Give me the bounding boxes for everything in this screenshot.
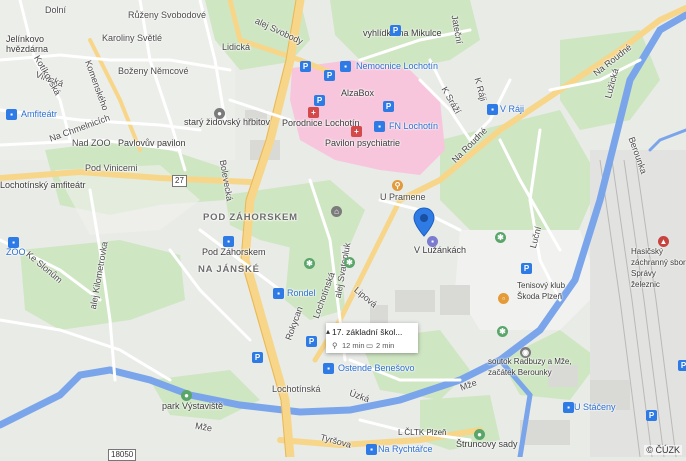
bus-stop-icon[interactable]: ▪ (273, 288, 284, 299)
bus-stop-icon[interactable]: ▪ (8, 237, 19, 248)
map-attribution: © ČÚZK (644, 445, 682, 455)
poi-label[interactable]: V Lužánkách (414, 245, 466, 256)
park-icon[interactable]: ✱ (344, 257, 355, 268)
drive-time: 2 min (376, 341, 395, 350)
poi-label[interactable]: L ČLTK Plzeň (398, 427, 446, 438)
poi-label[interactable]: starý židovský hřbitov (184, 117, 270, 128)
park-icon[interactable]: ✱ (497, 326, 508, 337)
map-marker-icon[interactable] (412, 207, 436, 237)
bus-stop-icon[interactable]: ▪ (563, 402, 574, 413)
parking-icon[interactable]: P (314, 95, 325, 106)
parking-icon[interactable]: P (324, 70, 335, 81)
museum-icon[interactable]: ● (214, 108, 225, 119)
bus-stop-icon[interactable]: ▪ (223, 236, 234, 247)
road-number-shield: 27 (172, 175, 187, 187)
bus-stop-icon[interactable]: ▪ (487, 104, 498, 115)
parking-icon[interactable]: P (678, 360, 686, 371)
school-icon[interactable]: ▪ (427, 236, 438, 247)
bus-stop-icon[interactable]: ▪ (6, 109, 17, 120)
poi-label[interactable]: Na Rychtářce (378, 444, 433, 455)
poi-label[interactable]: soutok Radbuzy a Mže, začátek Berounky (488, 356, 576, 378)
park-icon[interactable]: ● (474, 429, 485, 440)
poi-label[interactable]: Ostende Benešovo (338, 363, 415, 374)
walk-icon: ⚲ (332, 341, 338, 350)
poi-label[interactable]: Hasičský záchranný sbor Správy železnic (631, 246, 686, 290)
street-label: Lidická (222, 42, 251, 52)
street-label: Boženy Němcové (118, 66, 189, 76)
street-label: Pod Vinicemi (85, 163, 138, 173)
museum-icon[interactable]: ⌂ (331, 206, 342, 217)
street-label: U Pramene (380, 192, 426, 202)
parking-icon[interactable]: P (646, 410, 657, 421)
poi-label[interactable]: Amfiteátr (21, 109, 57, 120)
poi-label[interactable]: park Výstaviště (162, 401, 223, 412)
parking-icon[interactable]: P (383, 101, 394, 112)
poi-label[interactable]: Pod Záhorskem (202, 247, 266, 258)
camera-icon[interactable]: ◉ (520, 347, 531, 358)
poi-label[interactable]: FN Lochotín (389, 121, 438, 132)
car-icon: ▭ (366, 341, 374, 350)
poi-label[interactable]: Pavilon psychiatrie (325, 138, 400, 149)
poi-label[interactable]: Nemocnice Lochotín (356, 61, 438, 72)
district-label: NA JÁNSKÉ (198, 264, 260, 275)
poi-label[interactable]: Tenisový klub Škoda Plzeň (517, 280, 585, 302)
poi-label[interactable]: Štruncovy sady (456, 439, 518, 450)
poi-label[interactable]: vyhlídka na Mikulce (363, 28, 442, 39)
poi-label[interactable]: U Stáčeny (574, 402, 616, 413)
bus-stop-icon[interactable]: ▪ (374, 121, 385, 132)
poi-label[interactable]: hvězdárna (6, 44, 48, 55)
school-icon[interactable]: ▫ (498, 293, 509, 304)
route-card-title: 17. základní škol... (332, 327, 403, 337)
bus-stop-icon[interactable]: ▪ (340, 61, 351, 72)
poi-label[interactable]: Lochotínský amfiteátr (0, 180, 86, 191)
poi-label[interactable]: Rondel (287, 288, 316, 299)
park-icon[interactable]: ✱ (495, 232, 506, 243)
park-icon[interactable]: ✱ (304, 258, 315, 269)
parking-icon[interactable]: P (390, 25, 401, 36)
poi-label[interactable]: ZOO (6, 247, 26, 258)
parking-icon[interactable]: P (521, 263, 532, 274)
bus-stop-icon[interactable]: ▪ (323, 363, 334, 374)
park-icon[interactable]: ● (181, 390, 192, 401)
fire-station-icon[interactable]: ▲ (658, 236, 669, 247)
route-info-card[interactable]: ▴ 17. základní škol... ⚲ 12 min ▭ 2 min (326, 323, 418, 353)
street-label: Karoliny Světlé (102, 33, 163, 43)
poi-label[interactable]: Pavlovův pavilon (118, 138, 186, 149)
road-number-shield: 18050 (108, 449, 137, 461)
parking-icon[interactable]: P (300, 61, 311, 72)
hospital-icon[interactable]: + (308, 107, 319, 118)
poi-label[interactable]: V Ráji (500, 104, 524, 115)
poi-label[interactable]: AlzaBox (341, 88, 374, 99)
hospital-icon[interactable]: + (351, 126, 362, 137)
street-label: Nad ZOO (72, 138, 111, 148)
restaurant-icon[interactable]: ⚲ (392, 180, 403, 191)
bus-stop-icon[interactable]: ▪ (366, 444, 377, 455)
street-label: Růženy Svobodové (128, 10, 207, 20)
district-label: POD ZÁHORSKEM (203, 212, 298, 223)
parking-icon[interactable]: P (306, 336, 317, 347)
parking-icon[interactable]: P (252, 352, 263, 363)
street-label: Lochotínská (272, 384, 321, 394)
walk-time: 12 min (342, 341, 365, 350)
street-label: Dolní (45, 5, 67, 15)
poi-label[interactable]: Porodnice Lochotín (282, 118, 360, 129)
